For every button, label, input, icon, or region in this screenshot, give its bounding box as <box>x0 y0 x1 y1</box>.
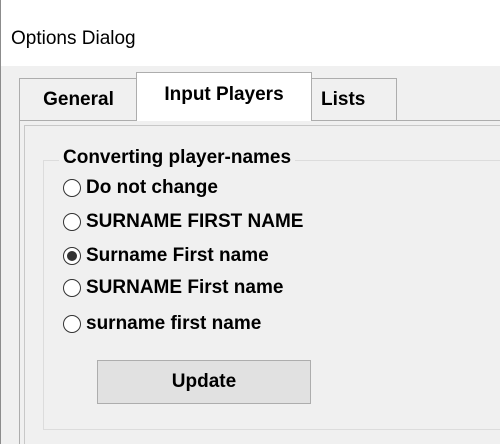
radio-surname-upper-first-name[interactable]: SURNAME First name <box>63 275 283 301</box>
tab-lists[interactable]: Lists <box>311 78 397 120</box>
radio-button[interactable] <box>63 315 81 333</box>
radio-surname-first-name-upper[interactable]: SURNAME FIRST NAME <box>63 209 303 235</box>
title-bar: Options Dialog <box>1 0 500 66</box>
radio-button[interactable] <box>63 247 81 265</box>
tab-input-players-label: Input Players <box>164 84 284 105</box>
radio-button[interactable] <box>63 179 81 197</box>
radio-surname-first-name-lower[interactable]: surname first name <box>63 311 261 337</box>
tab-lists-label: Lists <box>321 89 366 110</box>
tab-general[interactable]: General <box>19 78 137 120</box>
update-button[interactable]: Update <box>97 360 311 404</box>
radio-button[interactable] <box>63 213 81 231</box>
radio-label: Surname First name <box>86 245 269 266</box>
radio-do-not-change[interactable]: Do not change <box>63 175 218 201</box>
radio-label: surname first name <box>86 313 262 334</box>
radio-surname-first-name-capitalized[interactable]: Surname First name <box>63 243 269 269</box>
groupbox-legend: Converting player-names <box>59 147 296 169</box>
tab-general-label: General <box>43 89 114 110</box>
radio-label: SURNAME First name <box>86 277 284 298</box>
radio-label: Do not change <box>86 177 218 198</box>
radio-button[interactable] <box>63 279 81 297</box>
tab-input-players[interactable]: Input Players <box>136 72 312 121</box>
options-dialog-window: Options Dialog General Input Players Lis… <box>0 0 500 444</box>
radio-label: SURNAME FIRST NAME <box>86 211 304 232</box>
window-title: Options Dialog <box>11 28 136 49</box>
